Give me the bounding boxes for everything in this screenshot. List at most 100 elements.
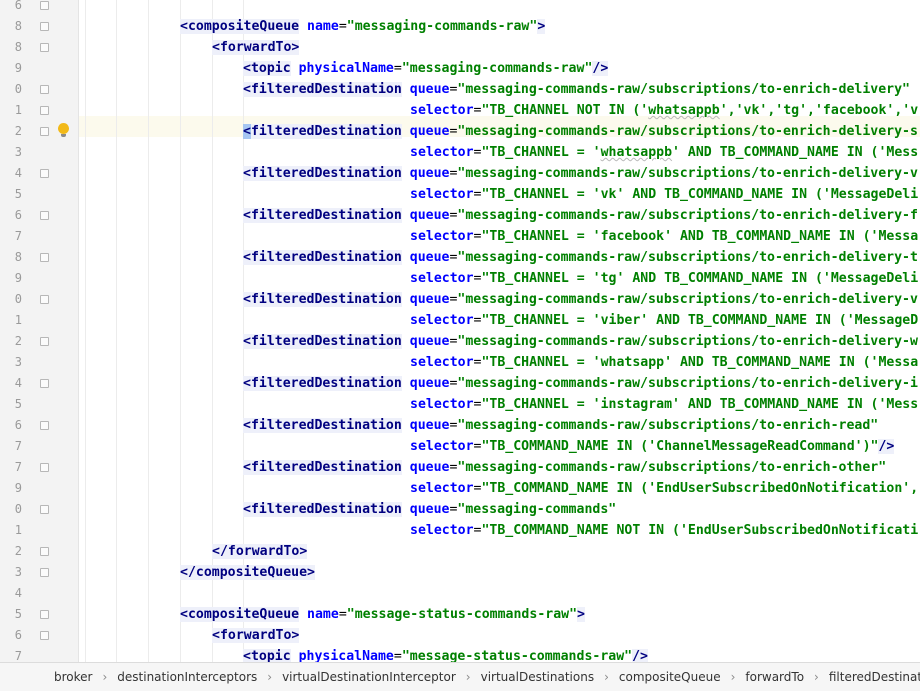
- breadcrumb-item[interactable]: destinationInterceptors: [117, 670, 257, 684]
- code-text[interactable]: <filteredDestination queue="messaging-co…: [243, 121, 918, 142]
- code-line[interactable]: 5 selector="TB_CHANNEL = 'instagram' AND …: [0, 394, 920, 415]
- breadcrumb-item[interactable]: virtualDestinations: [481, 670, 594, 684]
- code-text[interactable]: <forwardTo>: [212, 37, 300, 58]
- code-editor[interactable]: 6 8 <compositeQueue name="messaging-comman…: [0, 0, 920, 662]
- fold-marker-icon[interactable]: [40, 421, 49, 430]
- code-line[interactable]: 1 selector="TB_CHANNEL = 'viber' AND TB_C…: [0, 310, 920, 331]
- xml-attribute: queue: [409, 166, 450, 181]
- code-line[interactable]: 0 <filteredDestination queue="messaging-c…: [0, 289, 920, 310]
- code-line[interactable]: 2 <filteredDestination queue="messaging-c…: [0, 121, 920, 142]
- fold-marker-icon[interactable]: [40, 22, 49, 31]
- code-text[interactable]: <filteredDestination queue="messaging-co…: [243, 247, 918, 268]
- code-text[interactable]: <filteredDestination queue="messaging-co…: [243, 457, 886, 478]
- fold-marker-icon[interactable]: [40, 43, 49, 52]
- code-text[interactable]: selector="TB_COMMAND_NAME IN ('ChannelMe…: [410, 436, 895, 457]
- code-text[interactable]: selector="TB_CHANNEL NOT IN ('whatsappb'…: [410, 100, 918, 121]
- code-line[interactable]: 6 <forwardTo>: [0, 625, 920, 646]
- fold-marker-icon[interactable]: [40, 106, 49, 115]
- code-line[interactable]: 4: [0, 583, 920, 604]
- punctuation: =: [338, 19, 347, 34]
- code-line[interactable]: 0 <filteredDestination queue="messaging-c…: [0, 79, 920, 100]
- code-text[interactable]: selector="TB_CHANNEL = 'instagram' AND T…: [410, 394, 918, 415]
- code-text[interactable]: selector="TB_CHANNEL = 'facebook' AND TB…: [410, 226, 918, 247]
- fold-marker-icon[interactable]: [40, 295, 49, 304]
- code-text[interactable]: <topic physicalName="message-status-comm…: [243, 646, 648, 662]
- code-line[interactable]: 7 <filteredDestination queue="messaging-c…: [0, 457, 920, 478]
- fold-marker-icon[interactable]: [40, 547, 49, 556]
- breadcrumb-item[interactable]: virtualDestinationInterceptor: [282, 670, 456, 684]
- fold-marker-icon[interactable]: [40, 337, 49, 346]
- line-number: 0: [14, 82, 22, 96]
- fold-marker-icon[interactable]: [40, 169, 49, 178]
- breadcrumb-item[interactable]: compositeQueue: [619, 670, 721, 684]
- code-text[interactable]: selector="TB_CHANNEL = 'viber' AND TB_CO…: [410, 310, 918, 331]
- code-text[interactable]: <filteredDestination queue="messaging-co…: [243, 331, 918, 352]
- code-text[interactable]: <filteredDestination queue="messaging-co…: [243, 373, 918, 394]
- fold-marker-icon[interactable]: [40, 463, 49, 472]
- fold-marker-icon[interactable]: [40, 1, 49, 10]
- code-text[interactable]: <filteredDestination queue="messaging-co…: [243, 163, 918, 184]
- code-text[interactable]: selector="TB_CHANNEL = 'whatsapp' AND TB…: [410, 352, 918, 373]
- code-line[interactable]: 9 selector="TB_CHANNEL = 'tg' AND TB_COMM…: [0, 268, 920, 289]
- code-text[interactable]: selector="TB_COMMAND_NAME IN ('EndUserSu…: [410, 478, 918, 499]
- code-text[interactable]: <filteredDestination queue="messaging-co…: [243, 415, 878, 436]
- code-line[interactable]: 1 selector="TB_COMMAND_NAME NOT IN ('EndU…: [0, 520, 920, 541]
- code-line[interactable]: 6: [0, 0, 920, 16]
- breadcrumb-item[interactable]: filteredDestination: [829, 670, 920, 684]
- code-line[interactable]: 8 <filteredDestination queue="messaging-c…: [0, 247, 920, 268]
- code-line[interactable]: 4 <filteredDestination queue="messaging-c…: [0, 373, 920, 394]
- code-text[interactable]: <topic physicalName="messaging-commands-…: [243, 58, 609, 79]
- code-line[interactable]: 6 <filteredDestination queue="messaging-c…: [0, 415, 920, 436]
- code-text[interactable]: selector="TB_CHANNEL = 'vk' AND TB_COMMA…: [410, 184, 918, 205]
- fold-marker-icon[interactable]: [40, 568, 49, 577]
- code-line[interactable]: 3 </compositeQueue>: [0, 562, 920, 583]
- code-line[interactable]: 5 <compositeQueue name="message-status-co…: [0, 604, 920, 625]
- code-text[interactable]: </forwardTo>: [212, 541, 308, 562]
- code-line[interactable]: 0 <filteredDestination queue="messaging-c…: [0, 499, 920, 520]
- punctuation: [402, 502, 410, 517]
- code-line[interactable]: 3 selector="TB_CHANNEL = 'whatsapp' AND T…: [0, 352, 920, 373]
- code-line[interactable]: 3 selector="TB_CHANNEL = 'whatsappb' AND …: [0, 142, 920, 163]
- code-text[interactable]: selector="TB_CHANNEL = 'whatsappb' AND T…: [410, 142, 918, 163]
- code-line[interactable]: 4 <filteredDestination queue="messaging-c…: [0, 163, 920, 184]
- fold-marker-icon[interactable]: [40, 379, 49, 388]
- code-line[interactable]: 1 selector="TB_CHANNEL NOT IN ('whatsappb…: [0, 100, 920, 121]
- breadcrumb-item[interactable]: broker: [54, 670, 92, 684]
- fold-marker-icon[interactable]: [40, 127, 49, 136]
- code-line[interactable]: 8 <compositeQueue name="messaging-command…: [0, 16, 920, 37]
- fold-marker-icon[interactable]: [40, 610, 49, 619]
- code-text[interactable]: <filteredDestination queue="messaging-co…: [243, 205, 918, 226]
- code-line[interactable]: 2 <filteredDestination queue="messaging-c…: [0, 331, 920, 352]
- code-text[interactable]: <forwardTo>: [212, 625, 300, 646]
- code-text[interactable]: <compositeQueue name="message-status-com…: [180, 604, 585, 625]
- code-line[interactable]: 9 <topic physicalName="messaging-commands…: [0, 58, 920, 79]
- code-line[interactable]: 7 <topic physicalName="message-status-com…: [0, 646, 920, 662]
- code-line[interactable]: 5 selector="TB_CHANNEL = 'vk' AND TB_COMM…: [0, 184, 920, 205]
- code-line[interactable]: 6 <filteredDestination queue="messaging-c…: [0, 205, 920, 226]
- code-text[interactable]: </compositeQueue>: [180, 562, 315, 583]
- xml-value: "TB_CHANNEL = 'whatsapp' AND TB_COMMAND_…: [481, 355, 919, 370]
- code-text[interactable]: selector="TB_CHANNEL = 'tg' AND TB_COMMA…: [410, 268, 918, 289]
- code-text[interactable]: <filteredDestination queue="messaging-co…: [243, 289, 918, 310]
- xml-attribute: name: [307, 19, 339, 34]
- chevron-right-icon: ›: [267, 670, 273, 684]
- fold-marker-icon[interactable]: [40, 505, 49, 514]
- fold-marker-icon[interactable]: [40, 211, 49, 220]
- code-text[interactable]: <compositeQueue name="messaging-commands…: [180, 16, 546, 37]
- code-line[interactable]: 2 </forwardTo>: [0, 541, 920, 562]
- code-text[interactable]: <filteredDestination queue="messaging-co…: [243, 79, 910, 100]
- code-line[interactable]: 8 <forwardTo>: [0, 37, 920, 58]
- xml-tag: <filteredDestination: [243, 208, 402, 223]
- code-line[interactable]: 9 selector="TB_COMMAND_NAME IN ('EndUserS…: [0, 478, 920, 499]
- lightbulb-icon[interactable]: [58, 123, 69, 137]
- line-number: 9: [14, 481, 22, 495]
- code-text[interactable]: <filteredDestination queue="messaging-co…: [243, 499, 616, 520]
- fold-marker-icon[interactable]: [40, 253, 49, 262]
- fold-marker-icon[interactable]: [40, 631, 49, 640]
- breadcrumb-item[interactable]: forwardTo: [745, 670, 804, 684]
- code-line[interactable]: 7 selector="TB_COMMAND_NAME IN ('ChannelM…: [0, 436, 920, 457]
- code-text[interactable]: selector="TB_COMMAND_NAME NOT IN ('EndUs…: [410, 520, 918, 541]
- xml-tag: />: [592, 61, 609, 76]
- code-line[interactable]: 7 selector="TB_CHANNEL = 'facebook' AND T…: [0, 226, 920, 247]
- fold-marker-icon[interactable]: [40, 85, 49, 94]
